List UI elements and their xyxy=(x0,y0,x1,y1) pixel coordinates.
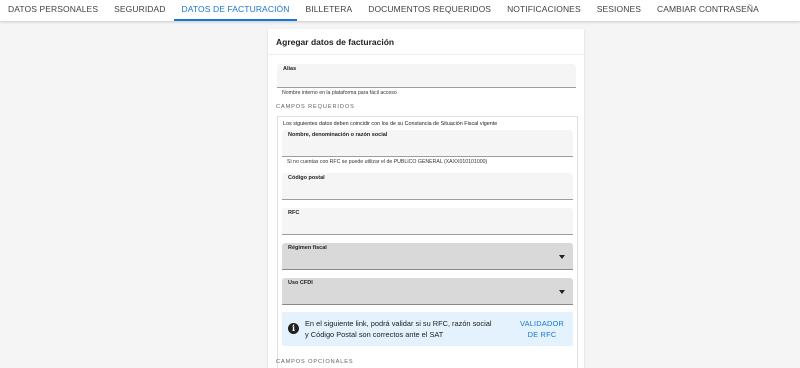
optional-section-label: CAMPOS OPCIONALES xyxy=(276,359,354,365)
tab-sesiones[interactable]: SESIONES xyxy=(589,0,649,21)
tab-billetera[interactable]: BILLETERA xyxy=(297,0,360,21)
alias-label: Alias xyxy=(283,66,297,72)
info-icon: i xyxy=(288,323,299,334)
uso-cfdi-label: Uso CFDI xyxy=(288,280,313,286)
account-tabs: DATOS PERSONALES SEGURIDAD DATOS DE FACT… xyxy=(0,0,800,21)
razon-social-hint: Si no cuentas con RFC se puede utilizar … xyxy=(287,159,488,165)
alias-field[interactable]: Alias xyxy=(277,64,576,88)
razon-social-label: Nombre, denominación o razón social xyxy=(288,132,388,138)
card-title: Agregar datos de facturación xyxy=(276,37,395,47)
required-intro: Los siguientes datos deben coincidir con… xyxy=(283,121,498,127)
alias-input[interactable] xyxy=(283,73,570,84)
card-divider xyxy=(268,54,584,55)
razon-social-field[interactable]: Nombre, denominación o razón social xyxy=(282,130,573,157)
arrow-drop-down-icon[interactable] xyxy=(559,255,565,259)
billing-form-card: Agregar datos de facturación Alias Nombr… xyxy=(268,29,584,368)
codigo-postal-field[interactable]: Código postal xyxy=(282,173,573,200)
codigo-postal-input[interactable] xyxy=(288,185,567,196)
rfc-input[interactable] xyxy=(288,220,567,231)
tab-datos-de-facturacion[interactable]: DATOS DE FACTURACIÓN xyxy=(173,0,298,21)
tab-cambiar-contrasena[interactable]: CAMBIAR CONTRASEÑA xyxy=(649,0,767,21)
razon-social-input[interactable] xyxy=(288,142,567,153)
alias-hint: Nombre interno en la plataforma para fác… xyxy=(282,90,397,96)
arrow-drop-down-icon[interactable] xyxy=(559,290,565,294)
rfc-validation-notice: i En el siguiente link, podrá validar si… xyxy=(282,312,573,346)
required-section-label: CAMPOS REQUERIDOS xyxy=(276,104,355,110)
uso-cfdi-select[interactable]: Uso CFDI xyxy=(282,278,573,305)
rfc-field[interactable]: RFC xyxy=(282,208,573,235)
rfc-validation-text: En el siguiente link, podrá validar si s… xyxy=(305,319,492,339)
rfc-label: RFC xyxy=(288,210,300,216)
required-fields-box: Los siguientes datos deben coincidir con… xyxy=(277,116,578,368)
regimen-fiscal-label: Régimen fiscal xyxy=(288,245,327,251)
tab-documentos-requeridos[interactable]: DOCUMENTOS REQUERIDOS xyxy=(360,0,499,21)
regimen-fiscal-select[interactable]: Régimen fiscal xyxy=(282,243,573,270)
tab-datos-personales[interactable]: DATOS PERSONALES xyxy=(0,0,106,21)
codigo-postal-label: Código postal xyxy=(288,175,325,181)
rfc-validator-link[interactable]: VALIDADOR DE RFC xyxy=(519,318,565,340)
tab-seguridad[interactable]: SEGURIDAD xyxy=(106,0,173,21)
tab-notificaciones[interactable]: NOTIFICACIONES xyxy=(499,0,589,21)
